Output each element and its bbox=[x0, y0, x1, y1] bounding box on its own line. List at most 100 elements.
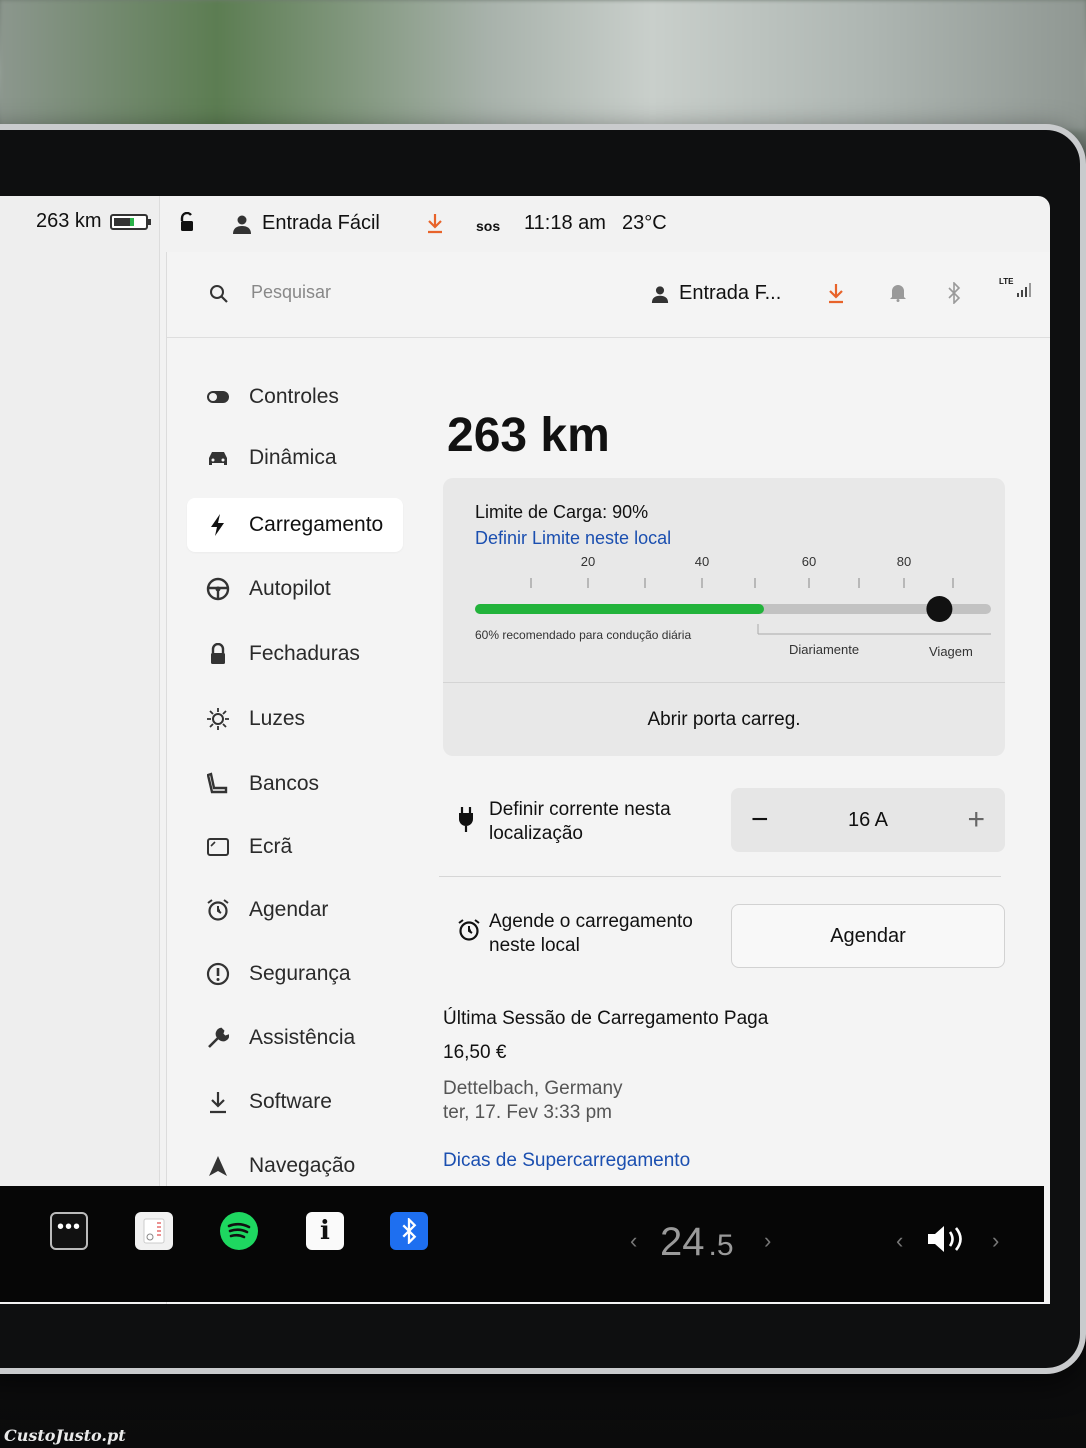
search-input[interactable]: Pesquisar bbox=[251, 282, 331, 303]
navigation-icon bbox=[205, 1153, 231, 1179]
nav-item-luzes[interactable]: Luzes bbox=[187, 692, 403, 746]
temp-up-chevron-icon[interactable]: › bbox=[764, 1228, 771, 1254]
notifications-button[interactable] bbox=[889, 282, 907, 302]
temperature-text: 23°C bbox=[622, 212, 667, 234]
download-icon bbox=[829, 284, 843, 304]
alarm-clock-icon bbox=[458, 919, 480, 941]
watermark-logo: CustoJusto.pt bbox=[4, 1426, 126, 1445]
steering-wheel-icon bbox=[205, 576, 231, 602]
bell-icon bbox=[890, 285, 906, 302]
schedule-row: Agende o carregamento neste local Agenda… bbox=[443, 898, 1005, 968]
nav-item-dinamica[interactable]: Dinâmica bbox=[187, 431, 403, 485]
bluetooth-icon[interactable] bbox=[390, 1212, 428, 1250]
increase-current-button[interactable]: + bbox=[967, 803, 985, 837]
supercharging-tips-link[interactable]: Dicas de Supercarregamento bbox=[443, 1150, 690, 1172]
nav-item-autopilot[interactable]: Autopilot bbox=[187, 562, 403, 616]
schedule-label: Agende o carregamento neste local bbox=[489, 911, 693, 956]
person-icon bbox=[233, 215, 251, 234]
nav-label: Autopilot bbox=[249, 577, 331, 600]
nav-label: Navegação bbox=[249, 1154, 356, 1177]
profile-button[interactable]: Entrada F... bbox=[651, 282, 781, 305]
set-limit-location-link[interactable]: Definir Limite neste local bbox=[475, 528, 671, 549]
schedule-button-label: Agendar bbox=[830, 924, 906, 947]
bluetooth-button[interactable] bbox=[947, 282, 961, 304]
volume-down-chevron-icon[interactable]: ‹ bbox=[896, 1228, 903, 1254]
divider bbox=[439, 876, 1001, 877]
nav-label: Assistência bbox=[249, 1026, 356, 1049]
settings-panel: Pesquisar Entrada F... LTE Controles Din… bbox=[166, 252, 1050, 1304]
download-icon[interactable] bbox=[426, 212, 444, 234]
lock-status-icon[interactable] bbox=[178, 212, 196, 232]
charge-current-stepper: − 16 A + bbox=[731, 788, 1005, 852]
nav-item-bancos[interactable]: Bancos bbox=[187, 757, 403, 811]
bluetooth-icon bbox=[948, 282, 961, 304]
nav-label: Software bbox=[249, 1090, 332, 1113]
tick-label: 80 bbox=[897, 554, 911, 569]
nav-item-ecra[interactable]: Ecrã bbox=[187, 820, 403, 874]
open-charge-port-label: Abrir porta carreg. bbox=[647, 708, 801, 730]
temp-down-chevron-icon[interactable]: ‹ bbox=[630, 1228, 637, 1254]
nav-item-fechaduras[interactable]: Fechaduras bbox=[187, 627, 403, 681]
nav-item-assistencia[interactable]: Assistência bbox=[187, 1011, 403, 1065]
plug-icon bbox=[459, 807, 473, 832]
volume-icon[interactable] bbox=[926, 1224, 970, 1259]
schedule-button[interactable]: Agendar bbox=[731, 904, 1005, 968]
toggle-icon bbox=[205, 384, 231, 410]
recommend-text: 60% recomendado para condução diária bbox=[475, 628, 692, 642]
download-icon bbox=[205, 1089, 231, 1115]
nav-label: Ecrã bbox=[249, 835, 293, 858]
nav-label: Bancos bbox=[249, 772, 320, 795]
battery-icon bbox=[109, 213, 151, 230]
nav-label: Fechaduras bbox=[249, 642, 360, 665]
alarm-clock-icon bbox=[205, 897, 231, 923]
sos-label: SOS bbox=[476, 218, 501, 234]
slider-thumb bbox=[926, 596, 953, 622]
charge-limit-title: Limite de Carga: 90% bbox=[475, 502, 649, 522]
charge-limit-card: Limite de Carga: 90% Definir Limite nest… bbox=[443, 478, 1005, 756]
seat-icon bbox=[205, 771, 231, 797]
profile-status[interactable]: Entrada Fácil bbox=[232, 212, 380, 235]
profile-short: Entrada F... bbox=[679, 282, 782, 304]
lock-icon bbox=[205, 641, 231, 667]
background-blur bbox=[0, 0, 1086, 130]
temp-decimal: .5 bbox=[708, 1229, 734, 1262]
lightning-icon bbox=[205, 512, 231, 538]
signal-icon bbox=[1016, 283, 1031, 297]
nav-label: Controles bbox=[249, 385, 339, 408]
last-session-date: ter, 17. Fev 3:33 pm bbox=[443, 1102, 612, 1123]
left-pane: 263 km bbox=[0, 196, 160, 1186]
range-display: 263 km bbox=[447, 409, 610, 462]
tick-label: 20 bbox=[581, 554, 595, 569]
nav-item-agendar[interactable]: Agendar bbox=[187, 883, 403, 937]
open-charge-port-button[interactable]: Abrir porta carreg. bbox=[443, 682, 1005, 756]
decrease-current-button[interactable]: − bbox=[751, 803, 769, 837]
nav-item-software[interactable]: Software bbox=[187, 1075, 403, 1129]
nav-item-carregamento[interactable]: Carregamento bbox=[187, 498, 403, 552]
display-icon bbox=[205, 834, 231, 860]
nav-item-navegacao[interactable]: Navegação bbox=[187, 1139, 403, 1193]
nav-label: Segurança bbox=[249, 962, 351, 985]
sos-icon[interactable]: SOS bbox=[476, 218, 500, 234]
light-icon bbox=[205, 706, 231, 732]
alert-icon bbox=[205, 961, 231, 987]
more-icon[interactable]: ••• bbox=[50, 1212, 88, 1250]
charge-limit-slider[interactable]: 20 40 60 80 bbox=[443, 552, 1005, 662]
nav-label: Carregamento bbox=[249, 513, 384, 536]
nav-item-controles[interactable]: Controles bbox=[187, 370, 403, 424]
zone-daily-label: Diariamente bbox=[789, 642, 860, 657]
nav-item-seguranca[interactable]: Segurança bbox=[187, 947, 403, 1001]
volume-up-chevron-icon[interactable]: › bbox=[992, 1228, 999, 1254]
temp-integer: 24 bbox=[660, 1220, 705, 1264]
toybox-icon[interactable] bbox=[135, 1212, 173, 1250]
tick-label: 60 bbox=[802, 554, 816, 569]
download-button[interactable] bbox=[827, 282, 845, 304]
search-icon[interactable] bbox=[209, 284, 229, 304]
clock: 11:18 am bbox=[524, 212, 606, 235]
manual-icon[interactable]: i bbox=[306, 1212, 344, 1250]
charge-current-value: 16 A bbox=[847, 808, 889, 831]
status-bar: Entrada Fácil SOS 11:18 am 23°C bbox=[166, 196, 1050, 252]
tick-label: 40 bbox=[695, 554, 709, 569]
charge-current-row: Definir corrente nesta localização − 16 … bbox=[443, 786, 1005, 856]
spotify-icon[interactable] bbox=[220, 1212, 258, 1250]
slider-ticks bbox=[530, 578, 954, 588]
